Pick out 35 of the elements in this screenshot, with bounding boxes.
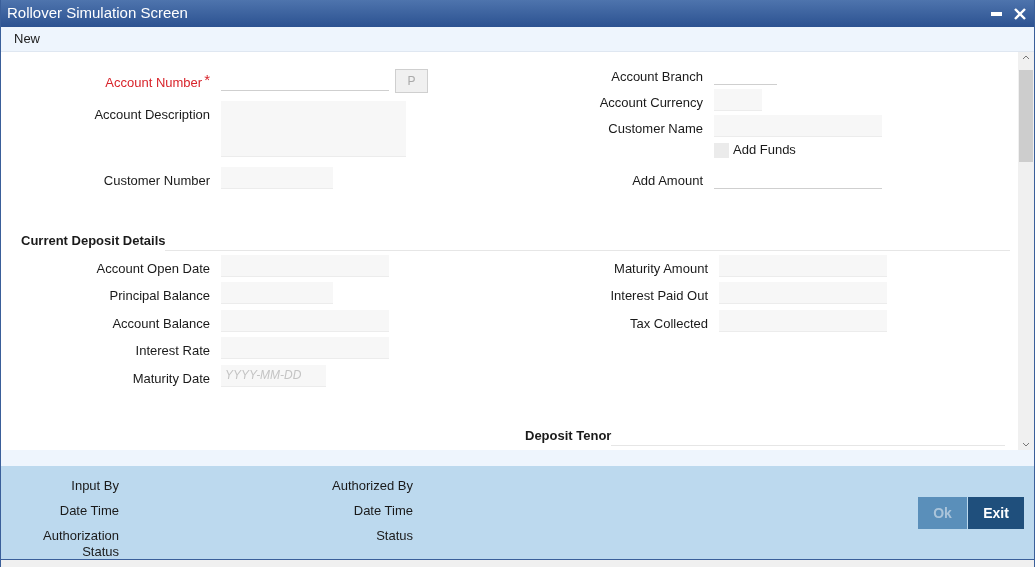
footer-label: Status bbox=[375, 528, 413, 544]
field-label: Interest Rate bbox=[135, 342, 210, 360]
field-label: Account Balance bbox=[112, 314, 210, 333]
scroll-up-icon[interactable] bbox=[1022, 55, 1030, 60]
footer-label: Authorized By bbox=[331, 478, 413, 494]
menu-item[interactable]: New bbox=[14, 29, 40, 49]
window-title: Rollover Simulation Screen bbox=[7, 3, 188, 24]
lookup-button[interactable]: P bbox=[395, 69, 428, 93]
close-icon[interactable] bbox=[1014, 7, 1026, 20]
field-label: Account Number bbox=[105, 74, 203, 92]
footer-button[interactable]: Exit bbox=[968, 497, 1024, 529]
footer-label: Date Time bbox=[58, 503, 119, 519]
field-label: Account Description bbox=[94, 106, 210, 124]
field-label: Account Branch bbox=[611, 68, 703, 85]
footer-label: Date Time bbox=[352, 503, 413, 519]
minimize-icon[interactable] bbox=[991, 11, 1002, 16]
field-label: Maturity Amount bbox=[614, 259, 708, 278]
field-label: Principal Balance bbox=[109, 287, 210, 305]
footer-label: Input By bbox=[70, 478, 119, 494]
field-label: Account Open Date bbox=[96, 259, 210, 278]
field-label: Maturity Date bbox=[132, 369, 210, 388]
field-label: Tax Collected bbox=[629, 314, 708, 333]
scrollbar[interactable] bbox=[1018, 52, 1034, 450]
field-label: Add Amount bbox=[632, 172, 703, 189]
field-label: Customer Number bbox=[103, 172, 210, 190]
footer-label: Authorization Status bbox=[42, 528, 119, 560]
section-title: Deposit Tenor bbox=[525, 427, 612, 445]
field-label: Customer Name bbox=[608, 120, 703, 137]
field-label: Account Currency bbox=[599, 94, 703, 111]
required-icon: * bbox=[204, 69, 210, 92]
section-title: Current Deposit Details bbox=[21, 232, 166, 250]
checkbox-label: Add Funds bbox=[733, 141, 796, 160]
field-label: Interest Paid Out bbox=[610, 287, 708, 305]
scrollbar-thumb[interactable] bbox=[1019, 70, 1033, 162]
scroll-down-icon[interactable] bbox=[1022, 442, 1030, 447]
